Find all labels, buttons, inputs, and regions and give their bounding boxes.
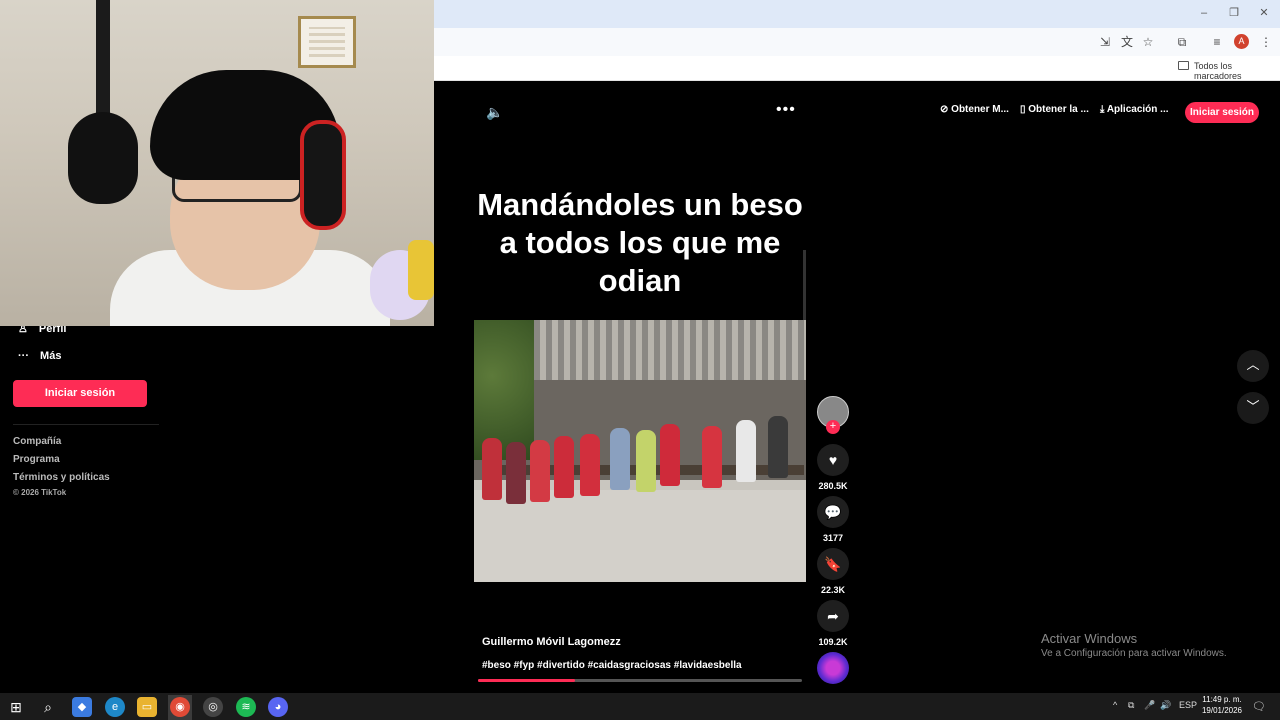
guitar	[68, 112, 138, 204]
file-explorer-icon[interactable]: ▭	[137, 697, 157, 717]
clock-date: 19/01/2026	[1201, 706, 1243, 715]
notifications-icon[interactable]: 🗨	[1252, 700, 1266, 713]
save-count: 22.3K	[820, 585, 846, 595]
profile-avatar[interactable]: A	[1234, 34, 1249, 49]
get-app-button[interactable]: ▯ Obtener la ...	[1020, 104, 1089, 115]
webcam-overlay	[0, 0, 434, 326]
spotify-icon[interactable]: ≋	[236, 697, 256, 717]
video-player[interactable]	[474, 320, 806, 582]
activate-windows-title: Activar Windows	[1041, 631, 1138, 646]
install-app-icon[interactable]: ⇲	[1098, 35, 1112, 49]
comment-button[interactable]: 💬	[817, 496, 849, 528]
search-icon[interactable]: ⌕	[38, 697, 58, 717]
headphones	[300, 120, 346, 230]
get-coins-button[interactable]: ⊘ Obtener M...	[940, 104, 1009, 115]
share-button[interactable]: ➦	[817, 600, 849, 632]
comment-count: 3177	[822, 533, 844, 543]
toy-yellow	[408, 240, 434, 300]
browser-titlebar	[434, 0, 1280, 28]
comment-icon: 💬	[824, 504, 842, 520]
speaker-icon[interactable]: 🔊	[1160, 700, 1171, 711]
video-progress-bar[interactable]	[478, 679, 802, 682]
share-count: 109.2K	[818, 637, 848, 647]
activate-windows-subtitle: Ve a Configuración para activar Windows.	[1041, 648, 1227, 659]
sidebar-divider	[13, 424, 159, 425]
chevron-down-icon: ﹀	[1246, 399, 1260, 414]
header-login-button[interactable]: Iniciar sesión	[1185, 102, 1259, 123]
chevron-up-icon: ︿	[1246, 357, 1260, 372]
edge-icon[interactable]: e	[105, 697, 125, 717]
all-bookmarks-link[interactable]: Todos los marcadores	[1194, 61, 1280, 81]
link-company[interactable]: Compañía	[13, 436, 61, 447]
hashtags[interactable]: #beso #fyp #divertido #caidasgraciosas #…	[482, 660, 742, 671]
wall-certificate	[298, 16, 356, 68]
minimize-button[interactable]: –	[1190, 5, 1218, 21]
next-video-button[interactable]: ﹀	[1237, 392, 1269, 424]
mic-icon[interactable]: 🎤	[1144, 700, 1155, 711]
more-label: Más	[40, 350, 62, 362]
desktop-app-button[interactable]: ⤓ Aplicación ...	[1100, 104, 1169, 115]
video-caption: Mandándoles un beso a todos los que me o…	[477, 187, 803, 298]
taskbar	[0, 693, 1280, 720]
bookmark-icon: 🔖	[824, 556, 842, 572]
get-app-label: Obtener la ...	[1028, 104, 1089, 115]
sidebar-login-button[interactable]: Iniciar sesión	[13, 380, 147, 407]
extensions-icon[interactable]: ⧉	[1175, 35, 1189, 49]
share-icon: ➦	[827, 608, 839, 624]
video-progress-fill	[478, 679, 576, 682]
clock-time: 11:49 p. m.	[1202, 695, 1242, 704]
bookmark-star-icon[interactable]: ☆	[1141, 35, 1155, 49]
guitar-neck	[96, 0, 110, 120]
save-button[interactable]: 🔖	[817, 548, 849, 580]
discord-icon[interactable]: ◕	[268, 697, 288, 717]
sidebar-item-more[interactable]: ··· Más	[18, 350, 61, 362]
caption-scrollbar[interactable]	[803, 250, 806, 320]
follow-plus-icon[interactable]: +	[826, 420, 840, 434]
music-disc-icon[interactable]	[817, 652, 849, 684]
desktop-app-label: Aplicación ...	[1106, 104, 1169, 115]
restore-button[interactable]: ❐	[1220, 5, 1248, 21]
language-indicator[interactable]: ESP	[1179, 700, 1197, 710]
chrome-icon[interactable]: ◉	[170, 697, 190, 717]
copilot-icon[interactable]: ◆	[72, 697, 92, 717]
tray-overflow-icon[interactable]: ^	[1113, 700, 1117, 710]
more-options-icon[interactable]: •••	[776, 101, 796, 119]
get-coins-label: Obtener M...	[951, 104, 1009, 115]
start-windows-icon[interactable]: ⊞	[6, 697, 26, 717]
like-count: 280.5K	[818, 481, 848, 491]
network-icon[interactable]: ⧉	[1128, 700, 1134, 711]
copyright: © 2026 TikTok	[13, 488, 67, 497]
volume-icon[interactable]: 🔈	[486, 104, 503, 121]
translate-icon[interactable]: 文	[1120, 35, 1134, 49]
previous-video-button[interactable]: ︿	[1237, 350, 1269, 382]
obs-icon[interactable]: ◎	[203, 697, 223, 717]
taskbar-clock[interactable]: 11:49 p. m. 19/01/2026	[1197, 694, 1247, 716]
reading-list-icon[interactable]: ≡	[1210, 35, 1224, 49]
close-button[interactable]: ✕	[1250, 5, 1278, 21]
link-terms[interactable]: Términos y políticas	[13, 472, 110, 483]
link-program[interactable]: Programa	[13, 454, 60, 465]
folder-icon	[1178, 61, 1189, 70]
bookmarks-bar	[434, 56, 1280, 81]
author-name[interactable]: Guillermo Móvil Lagomezz	[482, 636, 621, 648]
browser-menu-icon[interactable]: ⋮	[1259, 35, 1273, 49]
heart-icon: ♥	[828, 452, 838, 468]
like-button[interactable]: ♥	[817, 444, 849, 476]
